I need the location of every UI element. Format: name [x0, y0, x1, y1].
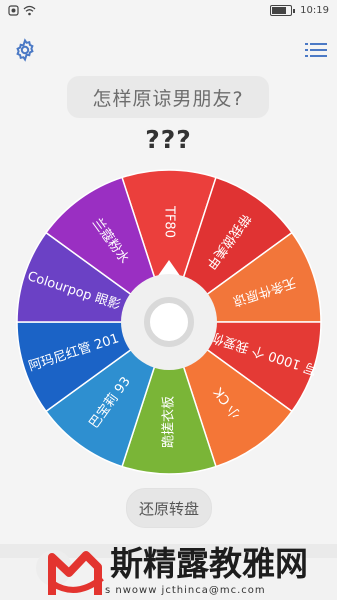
- status-icons-left: [8, 5, 36, 16]
- status-time: 10:19: [300, 5, 329, 16]
- battery-icon: [270, 5, 293, 16]
- settings-gear-icon[interactable]: [13, 38, 37, 62]
- reset-wheel-button[interactable]: 还原转盘: [126, 488, 212, 528]
- status-icons-right: 10:19: [270, 5, 329, 16]
- watermark-text: 斯精露教雅网: [110, 544, 308, 583]
- spin-button-ring[interactable]: [144, 297, 194, 347]
- question-prompt[interactable]: 怎样原谅男朋友?: [67, 76, 269, 118]
- battery-tip: [293, 8, 296, 13]
- wheel-segment-label: 跪搓衣板: [161, 396, 177, 448]
- watermark-url: s nwoww jcthinca@mc.com: [105, 585, 266, 596]
- wifi-icon: [23, 5, 36, 16]
- wheel-segment-label: TF80: [162, 205, 177, 238]
- notification-icon: [8, 5, 19, 16]
- status-bar: 10:19: [0, 0, 337, 24]
- spin-result: ???: [145, 125, 192, 154]
- list-menu-icon[interactable]: [305, 40, 327, 60]
- prize-wheel[interactable]: TF80 带我做美甲无条件原谅写 1000 个 我爱你小 CK跪搓衣板巴宝莉 93…: [0, 158, 337, 478]
